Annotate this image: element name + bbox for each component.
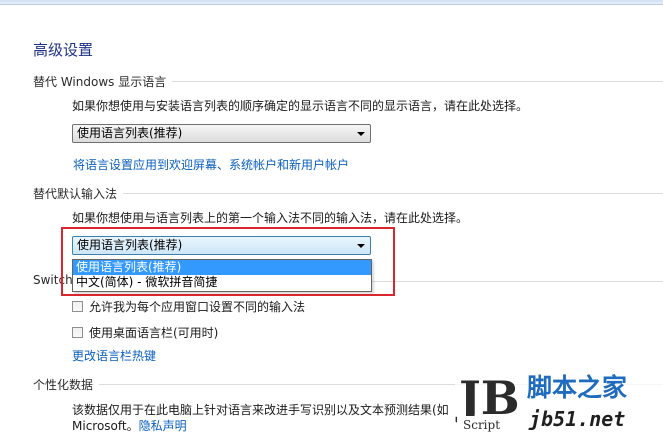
apply-to-welcome-screen-link[interactable]: 将语言设置应用到欢迎屏幕、系统帐户和新用户帐户 (73, 156, 349, 173)
personalization-line2: Microsoft。隐私声明 (72, 417, 187, 434)
section-heading: 替代 Windows 显示语言 (33, 73, 173, 90)
language-bar-checkbox[interactable] (72, 327, 83, 338)
per-app-input-label: 允许我为每个应用窗口设置不同的输入法 (89, 300, 306, 314)
section-heading: 个性化数据 (33, 376, 100, 393)
jb51-watermark-logo: JB Script 脚本之家 jb51.net (455, 362, 663, 438)
microsoft-text: Microsoft。 (72, 419, 139, 433)
highlight-callout-box (61, 227, 395, 296)
window-top-border (0, 0, 663, 5)
section-divider (33, 193, 663, 194)
select-value: 使用语言列表(推荐) (77, 126, 183, 140)
input-method-description: 如果你想使用与语言列表上的第一个输入法不同的输入法，请在此处选择。 (72, 211, 469, 225)
display-language-description: 如果你想使用与安装语言列表的顺序确定的显示语言不同的显示语言，请在此处选择。 (72, 99, 529, 113)
privacy-statement-link[interactable]: 隐私声明 (139, 419, 187, 433)
personalization-description: 该数据仅用于在此电脑上针对语言来改进手写识别以及文本预测结果(如 (72, 403, 449, 417)
section-display-language: 替代 Windows 显示语言 (33, 73, 663, 90)
site-name: 脚本之家 (527, 373, 627, 402)
section-heading: 替代默认输入法 (33, 185, 124, 202)
script-label: Script (463, 418, 500, 432)
language-bar-label: 使用桌面语言栏(可用时) (89, 326, 219, 340)
change-hotkeys-link[interactable]: 更改语言栏热键 (72, 347, 156, 364)
display-language-select[interactable]: 使用语言列表(推荐) (72, 124, 371, 143)
section-input-method: 替代默认输入法 (33, 185, 663, 202)
page-title: 高级设置 (33, 41, 94, 59)
site-url: jb51.net (528, 407, 625, 431)
chevron-down-icon (357, 132, 365, 136)
per-app-input-checkbox[interactable] (72, 301, 83, 312)
